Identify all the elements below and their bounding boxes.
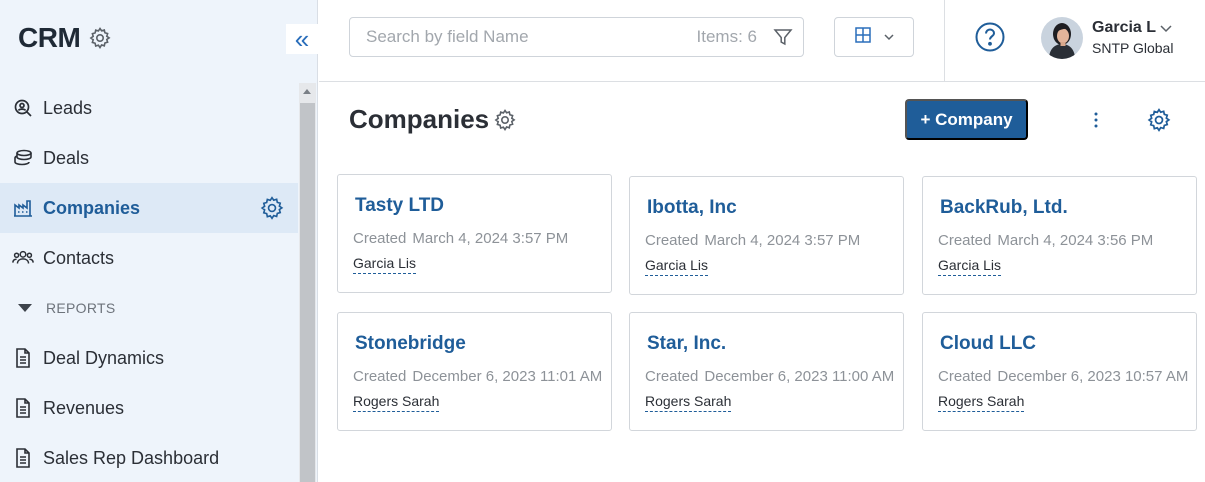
created-info: Created March 4, 2024 3:57 PM bbox=[645, 232, 860, 249]
scrollbar-thumb[interactable] bbox=[300, 103, 315, 482]
created-info: Created March 4, 2024 3:56 PM bbox=[938, 232, 1153, 249]
created-date: December 6, 2023 11:01 AM bbox=[412, 368, 603, 385]
collapse-sidebar-button[interactable]: « bbox=[286, 24, 318, 54]
view-mode-button[interactable] bbox=[834, 17, 914, 57]
created-date: March 4, 2024 3:57 PM bbox=[704, 232, 861, 249]
document-icon bbox=[12, 447, 34, 469]
company-name[interactable]: BackRub, Ltd. bbox=[940, 197, 1068, 219]
gear-icon[interactable] bbox=[88, 26, 112, 50]
company-card[interactable]: Ibotta, Inc Created March 4, 2024 3:57 PM… bbox=[629, 176, 904, 295]
sidebar-item-leads[interactable]: Leads bbox=[0, 83, 298, 133]
company-card[interactable]: BackRub, Ltd. Created March 4, 2024 3:56 … bbox=[922, 176, 1197, 295]
avatar[interactable] bbox=[1041, 17, 1083, 59]
created-label: Created bbox=[645, 368, 699, 385]
company-card[interactable]: Cloud LLC Created December 6, 2023 10:57 … bbox=[922, 312, 1197, 431]
gear-icon[interactable] bbox=[493, 108, 517, 132]
created-date: December 6, 2023 11:00 AM bbox=[704, 368, 895, 385]
created-date: March 4, 2024 3:57 PM bbox=[412, 230, 569, 247]
owner-link[interactable]: Garcia Lis bbox=[353, 255, 417, 274]
companies-icon bbox=[12, 197, 34, 219]
owner-link[interactable]: Garcia Lis bbox=[645, 257, 709, 276]
user-organization: SNTP Global bbox=[1092, 40, 1174, 56]
add-company-button[interactable]: + Company bbox=[905, 99, 1028, 140]
created-label: Created bbox=[938, 368, 992, 385]
deals-icon bbox=[12, 147, 34, 169]
topbar: Items: 6 Garcia L SNTP Global bbox=[319, 0, 1205, 82]
user-name[interactable]: Garcia L bbox=[1092, 19, 1156, 37]
sidebar-nav: Leads Deals Companies Contacts REPORTS D… bbox=[0, 83, 298, 482]
reports-section-label: REPORTS bbox=[46, 300, 116, 316]
company-name[interactable]: Stonebridge bbox=[355, 333, 466, 355]
sidebar-item-deal-dynamics[interactable]: Deal Dynamics bbox=[0, 333, 298, 383]
chevron-down-icon[interactable] bbox=[1159, 21, 1173, 35]
created-label: Created bbox=[353, 368, 407, 385]
company-card[interactable]: Star, Inc. Created December 6, 2023 11:00… bbox=[629, 312, 904, 431]
owner-link[interactable]: Rogers Sarah bbox=[353, 393, 440, 412]
created-label: Created bbox=[938, 232, 992, 249]
filter-icon[interactable] bbox=[773, 27, 793, 47]
sidebar-scrollbar[interactable] bbox=[299, 83, 316, 482]
sidebar-item-label: Companies bbox=[43, 197, 141, 218]
contacts-icon bbox=[12, 247, 34, 269]
sidebar-item-deals[interactable]: Deals bbox=[0, 133, 298, 183]
brand: CRM bbox=[18, 22, 112, 54]
created-date: December 6, 2023 10:57 AM bbox=[997, 368, 1189, 385]
gear-icon[interactable] bbox=[1146, 107, 1172, 133]
company-name[interactable]: Star, Inc. bbox=[647, 333, 726, 355]
caret-down-icon bbox=[18, 304, 32, 312]
items-count: Items: 6 bbox=[696, 27, 757, 46]
document-icon bbox=[12, 347, 34, 369]
sidebar-item-sales-rep-dashboard[interactable]: Sales Rep Dashboard bbox=[0, 433, 298, 482]
sidebar-item-companies[interactable]: Companies bbox=[0, 183, 298, 233]
page-title: Companies bbox=[349, 104, 490, 134]
created-label: Created bbox=[645, 232, 699, 249]
created-label: Created bbox=[353, 230, 407, 247]
created-info: Created December 6, 2023 10:57 AM bbox=[938, 368, 1188, 385]
company-card[interactable]: Tasty LTD Created March 4, 2024 3:57 PM G… bbox=[337, 174, 612, 293]
owner-link[interactable]: Rogers Sarah bbox=[938, 393, 1025, 412]
created-info: Created December 6, 2023 11:01 AM bbox=[353, 368, 602, 385]
more-vertical-icon[interactable] bbox=[1086, 110, 1106, 130]
sidebar: CRM « Leads Deals Companies Contacts REP… bbox=[0, 0, 318, 482]
company-name[interactable]: Cloud LLC bbox=[940, 333, 1036, 355]
app-title: CRM bbox=[18, 22, 81, 53]
leads-icon bbox=[12, 97, 34, 119]
topbar-divider bbox=[944, 0, 945, 82]
grid-view-icon bbox=[854, 26, 872, 49]
sidebar-item-contacts[interactable]: Contacts bbox=[0, 233, 298, 283]
sidebar-item-label: Revenues bbox=[43, 397, 125, 418]
double-chevron-left-icon: « bbox=[294, 24, 310, 54]
chevron-down-icon bbox=[884, 28, 894, 46]
document-icon bbox=[12, 397, 34, 419]
search-box: Items: 6 bbox=[349, 17, 804, 57]
company-name[interactable]: Tasty LTD bbox=[355, 195, 444, 217]
sidebar-item-label: Deal Dynamics bbox=[43, 347, 165, 368]
search-input[interactable] bbox=[366, 27, 686, 47]
created-info: Created December 6, 2023 11:00 AM bbox=[645, 368, 894, 385]
created-info: Created March 4, 2024 3:57 PM bbox=[353, 230, 568, 247]
owner-link[interactable]: Garcia Lis bbox=[938, 257, 1002, 276]
sidebar-item-revenues[interactable]: Revenues bbox=[0, 383, 298, 433]
owner-link[interactable]: Rogers Sarah bbox=[645, 393, 732, 412]
help-icon[interactable] bbox=[974, 21, 1006, 53]
created-date: March 4, 2024 3:56 PM bbox=[997, 232, 1154, 249]
company-name[interactable]: Ibotta, Inc bbox=[647, 197, 737, 219]
sidebar-item-label: Sales Rep Dashboard bbox=[43, 447, 220, 468]
gear-icon[interactable] bbox=[259, 195, 285, 221]
sidebar-item-label: Contacts bbox=[43, 247, 115, 268]
reports-section-toggle[interactable]: REPORTS bbox=[0, 283, 298, 333]
company-card[interactable]: Stonebridge Created December 6, 2023 11:0… bbox=[337, 312, 612, 431]
sidebar-item-label: Deals bbox=[43, 147, 90, 168]
scroll-up-arrow-icon[interactable] bbox=[303, 89, 311, 94]
sidebar-item-label: Leads bbox=[43, 97, 93, 118]
